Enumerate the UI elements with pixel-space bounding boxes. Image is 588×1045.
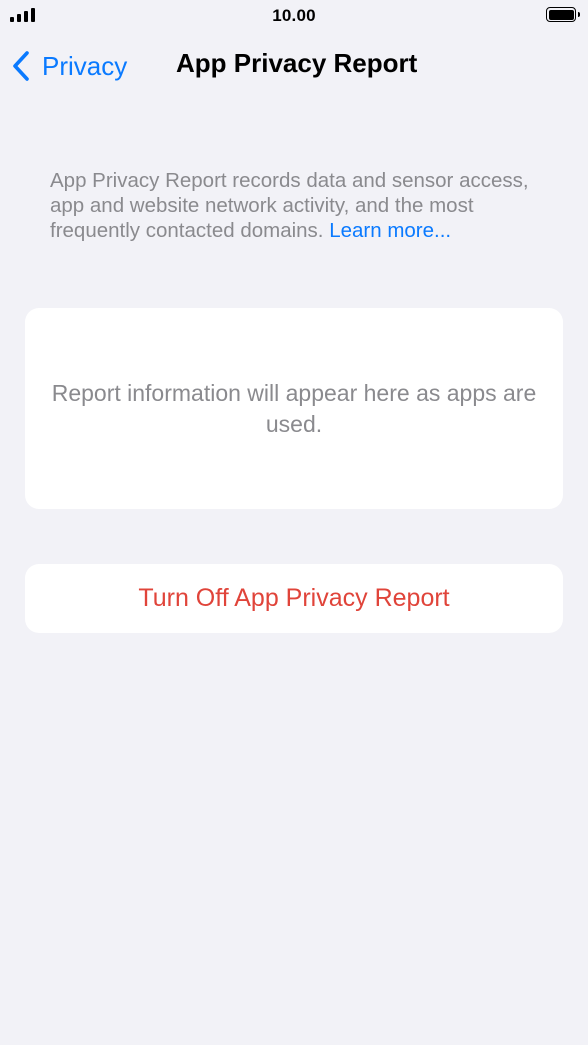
status-time: 10.00 — [272, 6, 316, 25]
page-title: App Privacy Report — [176, 48, 418, 78]
turn-off-label: Turn Off App Privacy Report — [138, 584, 450, 612]
report-card: Report information will appear here as a… — [25, 308, 563, 509]
navigation-bar: Privacy App Privacy Report — [0, 34, 588, 98]
description-text: App Privacy Report records data and sens… — [50, 168, 550, 243]
turn-off-app-privacy-report-button[interactable]: Turn Off App Privacy Report — [25, 564, 563, 633]
status-bar: 10.00 — [0, 0, 588, 34]
back-label: Privacy — [42, 50, 128, 81]
report-empty-message: Report information will appear here as a… — [51, 379, 537, 437]
battery-full-icon — [546, 7, 580, 22]
chevron-left-icon — [13, 51, 29, 81]
learn-more-link[interactable]: Learn more... — [329, 219, 451, 242]
back-button[interactable]: Privacy — [10, 46, 127, 86]
description-body: App Privacy Report records data and sens… — [50, 169, 529, 242]
